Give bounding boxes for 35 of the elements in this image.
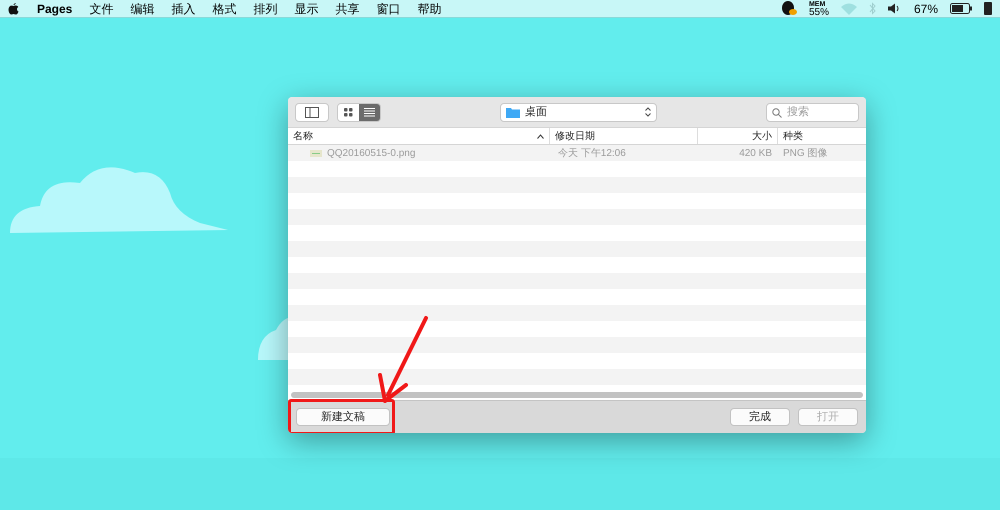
dialog-button[interactable]: 完成 bbox=[730, 408, 790, 426]
folder-icon bbox=[506, 106, 520, 118]
menu-item[interactable]: 帮助 bbox=[417, 0, 442, 18]
menu-item[interactable]: 共享 bbox=[335, 0, 360, 18]
battery-icon[interactable] bbox=[950, 3, 972, 14]
column-header[interactable]: 修改日期 bbox=[549, 128, 697, 144]
scrollbar[interactable] bbox=[291, 392, 863, 398]
new-document-button[interactable]: 新建文稿 bbox=[296, 408, 390, 426]
penguin-icon[interactable] bbox=[780, 1, 797, 16]
menu-item[interactable]: 文件 bbox=[89, 0, 114, 18]
menu-item[interactable]: 排列 bbox=[253, 0, 278, 18]
apple-icon[interactable] bbox=[8, 2, 19, 15]
column-header[interactable]: 种类 bbox=[777, 128, 866, 144]
search-icon bbox=[772, 108, 782, 118]
icon-view-button[interactable] bbox=[338, 104, 359, 120]
menu-item[interactable]: 编辑 bbox=[130, 0, 154, 18]
grid-icon bbox=[344, 108, 353, 116]
menu-item[interactable]: 窗口 bbox=[376, 0, 400, 18]
memory-value: 55% bbox=[808, 8, 829, 16]
search-field[interactable]: 搜索 bbox=[766, 102, 859, 122]
column-header[interactable]: 名称 bbox=[288, 128, 549, 144]
list-view-button[interactable] bbox=[359, 104, 380, 120]
updown-icon bbox=[645, 107, 651, 117]
file-icon bbox=[310, 150, 322, 156]
sidebar-toggle-button[interactable] bbox=[295, 102, 329, 122]
location-dropdown[interactable]: 桌面 bbox=[500, 102, 657, 122]
menu-item[interactable]: 显示 bbox=[294, 0, 318, 18]
menu-item[interactable]: Pages bbox=[37, 0, 72, 18]
list-icon bbox=[364, 108, 375, 116]
sort-caret-icon bbox=[537, 134, 544, 138]
column-header[interactable]: 大小 bbox=[697, 128, 777, 144]
battery-percentage: 67% bbox=[914, 0, 938, 18]
sidebar-icon bbox=[305, 106, 319, 118]
menu-item[interactable]: 插入 bbox=[171, 0, 196, 18]
menu-item[interactable]: 格式 bbox=[212, 0, 236, 18]
